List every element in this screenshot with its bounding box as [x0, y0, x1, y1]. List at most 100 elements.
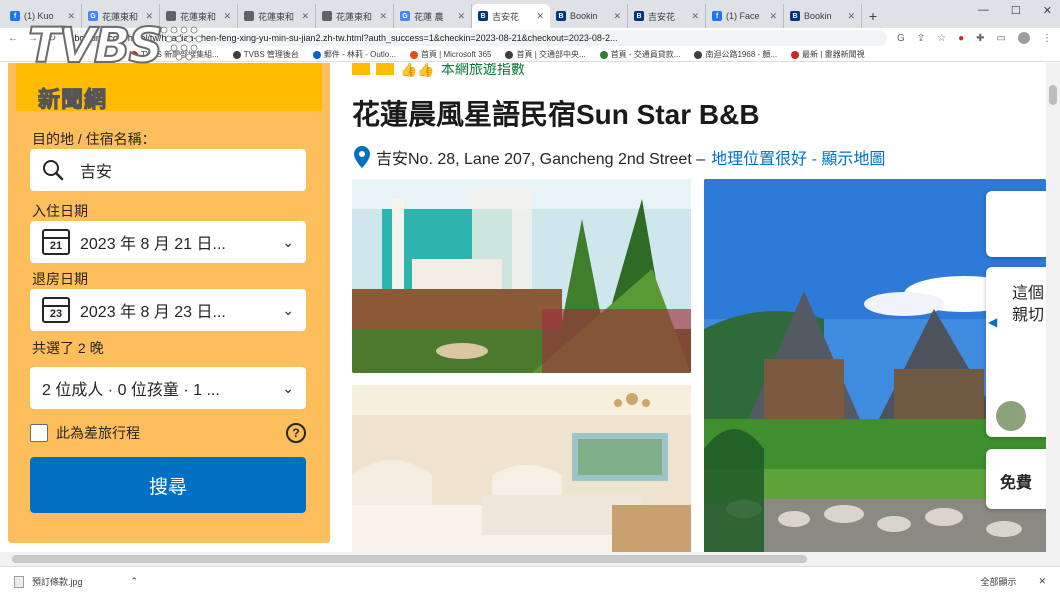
bookmark-favicon-icon [312, 50, 321, 59]
show-map-link[interactable]: 地理位置很好 - 顯示地圖 [711, 145, 885, 169]
hotel-address-row: 吉安No. 28, Lane 207, Gancheng 2nd Street … [354, 145, 885, 169]
google-lens-icon[interactable]: G [897, 33, 905, 44]
tab-title: 吉安花 [492, 11, 520, 22]
download-file-name[interactable]: 預訂條款.jpg [32, 575, 83, 588]
hotel-photo-pavilion[interactable] [352, 179, 691, 373]
destination-input[interactable]: 吉安 [30, 149, 306, 191]
business-trip-row: 此為差旅行程 ? [30, 423, 306, 443]
new-tab-button[interactable]: + [862, 4, 884, 28]
side-card-bottom[interactable]: 免費 [986, 449, 1050, 509]
puzzle-icon[interactable]: ✚ [976, 33, 984, 44]
photo-pavilion-image [352, 179, 691, 373]
browser-tab[interactable]: G 花蓮 農 ✕ [394, 4, 472, 28]
bookmark-item[interactable]: 首頁 - 交通員貸款... [599, 49, 680, 60]
hotel-name: 花蓮晨風星語民宿Sun Star B&B [352, 99, 760, 130]
tab-close-icon[interactable]: ✕ [769, 11, 777, 22]
help-icon[interactable]: ? [286, 423, 306, 443]
tab-title: (1) Face [726, 11, 760, 21]
tvbs-logo: TVBS 新聞網 [26, 16, 216, 114]
review-text-2: 親切 [1012, 307, 1045, 324]
tab-favicon-icon: f [10, 11, 20, 21]
search-button[interactable]: 搜尋 [30, 457, 306, 513]
browser-tab[interactable]: B Bookin ✕ [784, 4, 862, 28]
profile-avatar[interactable] [1018, 32, 1030, 44]
location-pin-icon [354, 146, 370, 168]
tab-close-icon[interactable]: ✕ [301, 11, 309, 22]
back-icon[interactable]: ← [8, 33, 18, 44]
menu-icon[interactable]: ⋮ [1042, 33, 1052, 44]
bookmark-item[interactable]: TVBS 管理後台 [232, 49, 299, 60]
browser-tab[interactable]: B 吉安花 ✕ [628, 4, 706, 28]
thumbs-up-icon: 👍👍 [400, 63, 435, 77]
chevron-up-icon[interactable]: ⌃ [131, 576, 139, 587]
tab-close-icon[interactable]: ✕ [223, 11, 231, 22]
browser-tab[interactable]: 花蓮東和 ✕ [316, 4, 394, 28]
rating-row: 👍👍 本網旅遊指數 [352, 63, 525, 79]
bookmark-label: 首頁 | 交通部中央... [516, 50, 586, 59]
calendar-icon: 23 [42, 297, 70, 323]
hotel-photo-bedroom[interactable] [352, 385, 691, 568]
extension-icon[interactable]: ● [958, 33, 964, 44]
checkin-label: 入住日期 [32, 203, 88, 219]
browser-tab[interactable]: f (1) Face ✕ [706, 4, 784, 28]
bookmark-favicon-icon [694, 50, 703, 59]
scrollbar-thumb[interactable] [1049, 85, 1057, 105]
close-icon[interactable]: ✕ [1043, 4, 1052, 17]
tab-title: 吉安花 [648, 11, 676, 22]
carousel-prev-icon[interactable]: ◀ [988, 315, 997, 329]
chevron-down-icon: ⌄ [282, 379, 294, 396]
tab-close-icon[interactable]: ✕ [457, 11, 465, 22]
tab-title: 花蓮東和 [336, 11, 373, 22]
checkin-value: 2023 年 8 月 21 日... [80, 236, 226, 253]
close-downloads-icon[interactable]: ✕ [1038, 576, 1046, 587]
star-rating-icon [376, 63, 394, 75]
browser-tab[interactable]: B Bookin ✕ [550, 4, 628, 28]
bookmark-label: 最新 | 靈器新聞視 [802, 50, 865, 59]
tab-favicon-icon: B [790, 11, 800, 21]
destination-value: 吉安 [80, 164, 113, 181]
horizontal-scrollbar-thumb[interactable] [12, 555, 807, 563]
photo-bedroom-image [352, 385, 691, 568]
tab-close-icon[interactable]: ✕ [613, 11, 621, 22]
calendar-icon: 21 [42, 229, 70, 255]
tab-close-icon[interactable]: ✕ [847, 11, 855, 22]
bookmark-item[interactable]: 首頁 | Microsoft 365 [409, 49, 492, 60]
nights-label: 共選了 2 晚 [32, 340, 104, 356]
side-card-top[interactable] [986, 191, 1050, 257]
browser-tab[interactable]: B 吉安花 ✕ [472, 4, 550, 28]
tab-close-icon[interactable]: ✕ [536, 11, 544, 22]
checkin-date-picker[interactable]: 21 2023 年 8 月 21 日... ⌄ [30, 221, 306, 263]
bookmark-item[interactable]: 郵件 - 林莉 - Outlo... [312, 49, 396, 60]
bookmark-star-icon[interactable]: ☆ [937, 33, 946, 44]
downloads-bar: 預訂條款.jpg ⌃ 全部顯示 ✕ [0, 566, 1060, 596]
tab-close-icon[interactable]: ✕ [379, 11, 387, 22]
checkout-date-picker[interactable]: 23 2023 年 8 月 23 日... ⌄ [30, 289, 306, 331]
file-icon [14, 575, 24, 588]
tab-title: Bookin [804, 11, 832, 21]
tab-title: 花蓮東和 [258, 11, 295, 22]
bookmark-item[interactable]: 最新 | 靈器新聞視 [791, 49, 865, 60]
sidebar-icon[interactable]: ▭ [997, 33, 1006, 44]
logo-subtitle: 新聞網 [37, 88, 108, 114]
minimize-icon[interactable]: — [978, 4, 989, 17]
bookmark-label: 首頁 | Microsoft 365 [420, 50, 492, 59]
show-all-downloads[interactable]: 全部顯示 [980, 575, 1016, 588]
maximize-icon[interactable]: ☐ [1011, 4, 1021, 17]
business-trip-checkbox[interactable] [30, 424, 48, 442]
browser-tab[interactable]: 花蓮東和 ✕ [238, 4, 316, 28]
horizontal-scrollbar[interactable] [0, 552, 1060, 566]
hotel-address: 吉安No. 28, Lane 207, Gancheng 2nd Street … [376, 151, 706, 168]
vertical-scrollbar[interactable] [1046, 63, 1060, 568]
tab-favicon-icon: B [634, 11, 644, 21]
bookmark-favicon-icon [599, 50, 608, 59]
share-icon[interactable]: ⇪ [917, 33, 925, 44]
tab-close-icon[interactable]: ✕ [691, 11, 699, 22]
tab-favicon-icon: f [712, 11, 722, 21]
side-review-card[interactable]: 這個 親切 [986, 267, 1050, 437]
guests-selector[interactable]: 2 位成人 · 0 位孩童 · 1 ... ⌄ [30, 367, 306, 409]
bookmark-item[interactable]: 首頁 | 交通部中央... [505, 49, 586, 60]
bookmark-favicon-icon [232, 50, 241, 59]
bookmark-item[interactable]: 南迴公路1968 - 顏... [694, 49, 777, 60]
bookmark-favicon-icon [505, 50, 514, 59]
tab-favicon-icon: B [556, 11, 566, 21]
